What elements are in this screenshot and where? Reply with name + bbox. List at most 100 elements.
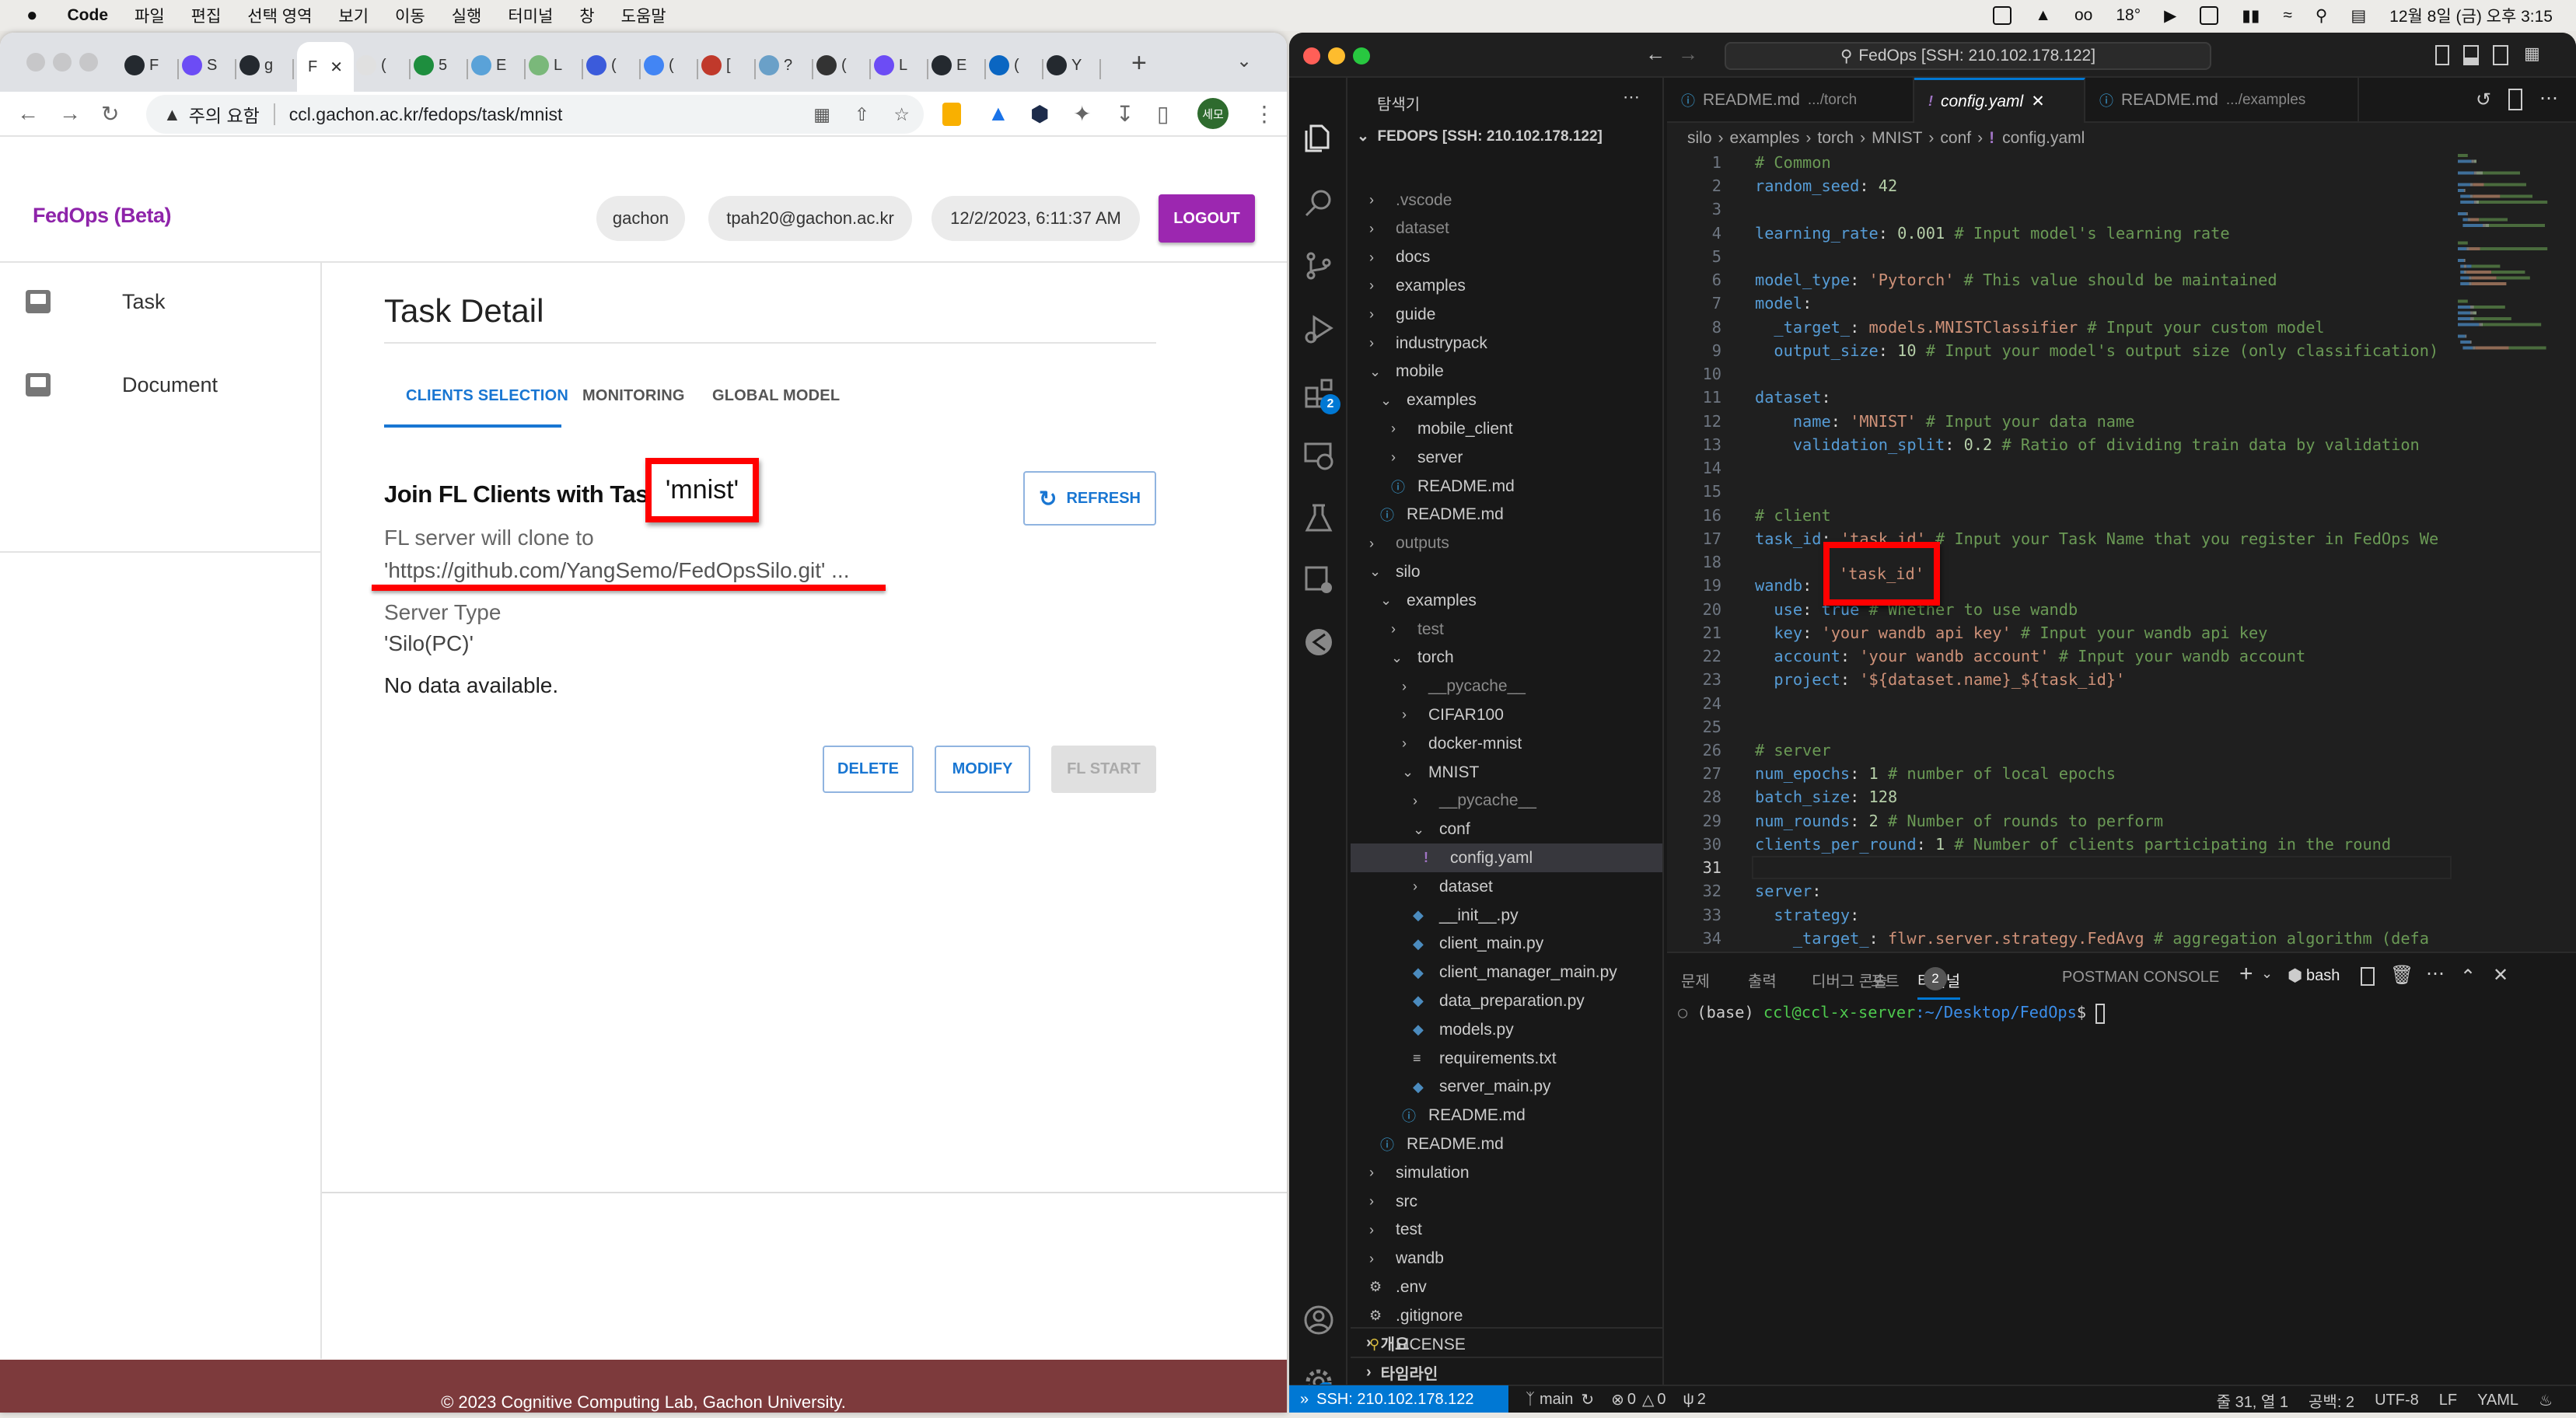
source-control-icon[interactable] — [1303, 250, 1334, 281]
new-tab-button[interactable]: + — [1131, 48, 1147, 79]
sync-icon[interactable]: ↻ — [1581, 1390, 1594, 1409]
tree-folder[interactable]: ⌄ silo — [1351, 557, 1662, 586]
nav-item-document[interactable]: Document — [0, 346, 320, 424]
breadcrumb-item[interactable]: conf — [1940, 129, 1971, 147]
chevron-down-icon[interactable]: ⌄ — [2261, 966, 2273, 982]
tree-folder[interactable]: › dataset — [1351, 215, 1662, 243]
tree-folder[interactable]: › industrypack — [1351, 329, 1662, 358]
tree-file[interactable]: ⚙ .env — [1351, 1273, 1662, 1301]
zoom-window-button[interactable] — [79, 53, 98, 72]
extension-keep-icon[interactable] — [942, 103, 961, 126]
breadcrumb-item[interactable]: examples — [1730, 129, 1800, 147]
ports-count[interactable]: 2 — [1697, 1391, 1706, 1409]
tree-folder[interactable]: › server — [1351, 443, 1662, 472]
menu-item[interactable]: 선택 영역 — [247, 4, 312, 27]
security-label[interactable]: 주의 요함 — [189, 101, 260, 127]
command-center-search[interactable]: ⚲ FedOps [SSH: 210.102.178.122] — [1725, 42, 2211, 70]
breadcrumb-item[interactable]: config.yaml — [2002, 129, 2085, 147]
browser-tab[interactable]: ( — [586, 50, 617, 81]
nav-item-task[interactable]: Task — [0, 263, 320, 341]
tree-file[interactable]: ≡ requirements.txt — [1351, 1044, 1662, 1073]
tab-monitoring[interactable]: MONITORING — [582, 387, 685, 405]
close-window-button[interactable] — [1303, 47, 1320, 65]
side-panel-icon[interactable]: ▯ — [1157, 101, 1169, 127]
panel-tab[interactable]: 문제 — [1681, 969, 1710, 991]
extensions-icon[interactable]: 2 — [1303, 377, 1340, 414]
menu-item[interactable]: 편집 — [191, 4, 222, 27]
tree-folder[interactable]: › __pycache__ — [1351, 672, 1662, 701]
url-text[interactable]: ccl.gachon.ac.kr/fedops/task/mnist — [289, 104, 563, 125]
extensions-puzzle-icon[interactable]: ✦ — [1073, 101, 1091, 127]
brand-logo[interactable]: FedOps (Beta) — [33, 204, 172, 228]
extension-arrow-icon[interactable]: ▲ — [987, 101, 1009, 126]
tab-global-model[interactable]: GLOBAL MODEL — [712, 387, 840, 405]
browser-tab[interactable]: L — [529, 50, 562, 81]
profile-avatar[interactable]: 세모 — [1197, 98, 1229, 129]
minimize-window-button[interactable] — [1328, 47, 1345, 65]
browser-tab[interactable]: L — [874, 50, 907, 81]
logout-button[interactable]: LOGOUT — [1159, 194, 1255, 243]
tree-file[interactable]: ◆ data_preparation.py — [1351, 987, 1662, 1015]
tree-folder[interactable]: › src — [1351, 1187, 1662, 1216]
browser-tab[interactable]: Y — [1047, 50, 1082, 81]
browser-tab[interactable]: [ — [701, 50, 731, 81]
tree-folder[interactable]: › wandb — [1351, 1245, 1662, 1273]
forward-arrow-icon[interactable]: → — [1678, 42, 1698, 66]
tree-file[interactable]: ◆ client_main.py — [1351, 930, 1662, 959]
code-editor[interactable]: 1 # Common 2 random_seed: 42 3 4 learning_rate… — [1667, 151, 2454, 952]
end-of-line[interactable]: LF — [2439, 1392, 2457, 1409]
tree-folder[interactable]: › examples — [1351, 271, 1662, 300]
tab-search-chevron-icon[interactable]: ⌄ — [1236, 50, 1252, 72]
run-debug-icon[interactable] — [1303, 314, 1334, 345]
delete-button[interactable]: DELETE — [823, 746, 914, 793]
tree-folder[interactable]: › dataset — [1351, 872, 1662, 901]
back-button[interactable]: ← — [17, 101, 39, 126]
menu-item[interactable]: 창 — [579, 4, 594, 27]
indentation[interactable]: 공백: 2 — [2309, 1389, 2354, 1412]
tree-folder[interactable]: › test — [1351, 1216, 1662, 1245]
clock[interactable]: 12월 8일 (금) 오후 3:15 — [2389, 4, 2553, 27]
trash-icon[interactable]: 🗑 — [2390, 964, 2413, 987]
remote-explorer-icon[interactable] — [1303, 440, 1334, 471]
apple-icon[interactable]: ● — [26, 5, 38, 26]
tree-folder[interactable]: › docs — [1351, 243, 1662, 272]
toggle-panel-icon[interactable] — [2463, 45, 2479, 65]
tree-folder[interactable]: › simulation — [1351, 1158, 1662, 1187]
warning-count[interactable]: 0 — [1657, 1391, 1665, 1409]
tree-file[interactable]: ⓘ README.md — [1351, 1130, 1662, 1158]
panel-tab[interactable]: 출력 — [1748, 969, 1777, 991]
close-tab-icon[interactable]: ✕ — [2031, 92, 2045, 111]
search-icon[interactable] — [1303, 187, 1334, 218]
browser-tab[interactable]: ( — [816, 50, 847, 81]
play-icon[interactable]: ▶ — [2164, 6, 2176, 26]
modify-button[interactable]: MODIFY — [935, 746, 1030, 793]
toggle-secondary-sidebar-icon[interactable] — [2493, 45, 2508, 65]
extension-hex-icon[interactable]: ⬢ — [1030, 101, 1049, 127]
tree-folder[interactable]: ⌄ MNIST — [1351, 758, 1662, 787]
browser-tab-active[interactable]: F ✕ — [297, 42, 354, 92]
close-window-button[interactable] — [26, 53, 45, 72]
download-icon[interactable]: ↧ — [1116, 101, 1134, 127]
reload-button[interactable]: ↻ — [101, 101, 119, 127]
notion-icon[interactable] — [1993, 6, 2012, 25]
bell-icon[interactable]: ▲ — [2035, 6, 2051, 25]
tree-file[interactable]: ! config.yaml — [1351, 843, 1662, 873]
tree-folder[interactable]: ⌄ examples — [1351, 586, 1662, 615]
wifi-icon[interactable]: ≈ — [2283, 6, 2292, 25]
tree-folder[interactable]: › test — [1351, 615, 1662, 644]
browser-tab[interactable]: E — [471, 50, 506, 81]
terminal-output[interactable]: ○ (base) ccl@ccl-x-server:~/Desktop/FedO… — [1678, 1003, 2106, 1024]
browser-tab[interactable]: E — [931, 50, 966, 81]
share-icon[interactable]: ⇧ — [855, 104, 869, 125]
tree-folder[interactable]: ⌄ examples — [1351, 386, 1662, 415]
split-editor-icon[interactable] — [2508, 89, 2522, 110]
weather[interactable]: 18° — [2116, 6, 2141, 25]
browser-tab[interactable]: F — [124, 50, 159, 81]
remote-indicator[interactable]: » SSH: 210.102.178.122 — [1289, 1385, 1508, 1413]
tree-folder[interactable]: › mobile_client — [1351, 414, 1662, 443]
browser-tab[interactable]: g — [239, 50, 273, 81]
editor-tab-readme-torch[interactable]: ⓘ README.md .../torch — [1667, 78, 1914, 123]
browser-tab[interactable]: S — [182, 50, 217, 81]
tree-file[interactable]: ⓘ README.md — [1351, 501, 1662, 529]
customize-layout-icon[interactable]: ▦ — [2524, 44, 2540, 64]
